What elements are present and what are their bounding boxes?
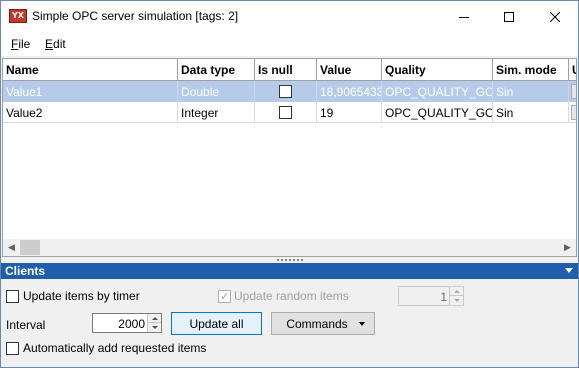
cell-sim-mode[interactable]: Sin bbox=[493, 81, 569, 102]
update-all-button[interactable]: Update all bbox=[171, 312, 262, 335]
cell-sim-mode[interactable]: Sin bbox=[493, 102, 569, 123]
is-null-checkbox[interactable] bbox=[279, 85, 292, 98]
clients-title: Clients bbox=[5, 264, 46, 278]
table-row[interactable]: Value2 Integer 19 OPC_QUALITY_GOO Sin bbox=[3, 102, 576, 123]
auto-add-checkbox[interactable] bbox=[6, 342, 19, 355]
menu-edit[interactable]: Edit bbox=[45, 37, 66, 51]
dropdown-arrow-icon bbox=[359, 322, 365, 326]
maximize-icon bbox=[504, 11, 514, 22]
cell-value[interactable]: 18,9065433 bbox=[317, 81, 382, 102]
horizontal-scrollbar[interactable]: ◀ ▶ bbox=[3, 239, 576, 256]
column-header-value[interactable]: Value bbox=[317, 59, 382, 80]
column-header-data-type[interactable]: Data type bbox=[178, 59, 255, 80]
row-update-button[interactable] bbox=[571, 105, 576, 120]
title-bar[interactable]: YX Simple OPC server simulation [tags: 2… bbox=[1, 1, 578, 32]
collapse-arrow-icon[interactable] bbox=[565, 268, 573, 273]
scroll-thumb[interactable] bbox=[20, 240, 40, 255]
cell-is-null[interactable] bbox=[255, 81, 317, 102]
cell-is-null[interactable] bbox=[255, 102, 317, 123]
app-icon[interactable]: YX bbox=[9, 9, 27, 23]
cell-update-button[interactable] bbox=[569, 102, 576, 123]
interval-label: Interval bbox=[6, 318, 46, 332]
tags-grid[interactable]: Name Data type Is null Value Quality Sim… bbox=[2, 58, 577, 257]
column-header-quality[interactable]: Quality bbox=[382, 59, 493, 80]
menu-file[interactable]: File bbox=[11, 37, 30, 51]
app-window: YX Simple OPC server simulation [tags: 2… bbox=[0, 0, 579, 368]
close-icon bbox=[550, 11, 560, 22]
spin-buttons bbox=[147, 314, 161, 332]
menu-bar: File Edit bbox=[1, 32, 578, 56]
menu-file-label: ile bbox=[18, 37, 31, 51]
column-header-sim-mode[interactable]: Sim. mode bbox=[493, 59, 569, 80]
table-row[interactable]: Value1 Double 18,9065433 OPC_QUALITY_GOO… bbox=[3, 81, 576, 102]
cell-data-type[interactable]: Integer bbox=[178, 102, 255, 123]
commands-label: Commands bbox=[286, 316, 348, 331]
update-random-checkbox[interactable]: ✓ bbox=[218, 290, 231, 303]
maximize-button[interactable] bbox=[486, 1, 532, 32]
minimize-icon bbox=[459, 16, 469, 18]
clients-panel-header[interactable]: Clients bbox=[1, 263, 578, 279]
menu-edit-accel: E bbox=[45, 37, 54, 51]
close-button[interactable] bbox=[532, 1, 578, 32]
update-random-label[interactable]: Update random items bbox=[234, 289, 349, 303]
window-title: Simple OPC server simulation [tags: 2] bbox=[32, 9, 239, 23]
cell-name[interactable]: Value1 bbox=[3, 81, 178, 102]
cell-update-button[interactable] bbox=[569, 81, 576, 102]
commands-button[interactable]: Commands bbox=[271, 312, 375, 335]
cell-quality[interactable]: OPC_QUALITY_GOO bbox=[382, 81, 493, 102]
column-header-name[interactable]: Name bbox=[3, 59, 178, 80]
update-by-timer-checkbox[interactable] bbox=[6, 290, 19, 303]
is-null-checkbox[interactable] bbox=[279, 106, 292, 119]
cell-name[interactable]: Value2 bbox=[3, 102, 178, 123]
cell-quality[interactable]: OPC_QUALITY_GOO bbox=[382, 102, 493, 123]
update-all-label: Update all bbox=[189, 316, 244, 331]
grid-header: Name Data type Is null Value Quality Sim… bbox=[3, 59, 576, 81]
scroll-right-icon[interactable]: ▶ bbox=[559, 239, 576, 256]
scroll-left-icon[interactable]: ◀ bbox=[3, 239, 20, 256]
interval-value[interactable]: 2000 bbox=[118, 317, 145, 331]
menu-edit-label: dit bbox=[53, 37, 66, 51]
spin-down-icon[interactable] bbox=[450, 296, 463, 305]
row-update-button[interactable] bbox=[571, 84, 576, 99]
column-header-is-null[interactable]: Is null bbox=[255, 59, 317, 80]
splitter-grip-icon[interactable] bbox=[277, 259, 303, 261]
update-by-timer-label[interactable]: Update items by timer bbox=[23, 289, 140, 303]
interval-spinner[interactable]: 2000 bbox=[92, 313, 162, 333]
spin-down-icon[interactable] bbox=[148, 323, 161, 332]
spin-up-icon[interactable] bbox=[148, 314, 161, 323]
column-header-truncated[interactable]: U bbox=[569, 59, 576, 80]
cell-data-type[interactable]: Double bbox=[178, 81, 255, 102]
random-count-value[interactable]: 1 bbox=[440, 290, 447, 304]
random-count-spinner[interactable]: 1 bbox=[398, 286, 464, 306]
cell-value[interactable]: 19 bbox=[317, 102, 382, 123]
auto-add-label[interactable]: Automatically add requested items bbox=[23, 341, 206, 355]
spin-buttons bbox=[449, 287, 463, 305]
spin-up-icon[interactable] bbox=[450, 287, 463, 296]
checkmark-icon: ✓ bbox=[220, 290, 230, 303]
minimize-button[interactable] bbox=[441, 1, 487, 32]
